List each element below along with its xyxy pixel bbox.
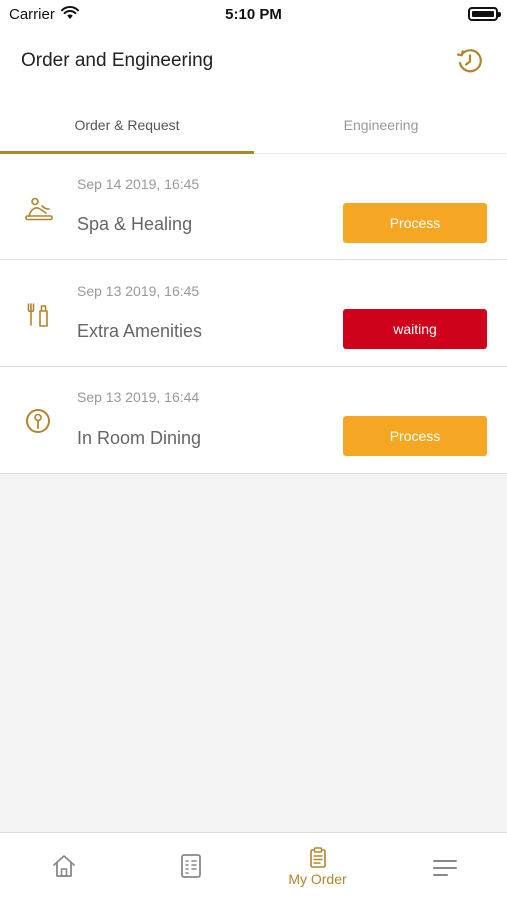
tab-home[interactable] (0, 833, 127, 900)
order-date: Sep 14 2019, 16:45 (77, 176, 200, 192)
clipboard-icon (309, 847, 326, 868)
tab-menu[interactable] (381, 833, 507, 900)
tab-label: My Order (288, 871, 347, 887)
menu-icon (432, 860, 457, 876)
toiletries-icon (27, 303, 48, 327)
order-item-amenities[interactable]: Sep 13 2019, 16:45 Extra Amenities waiti… (0, 260, 507, 367)
history-button[interactable] (455, 46, 485, 76)
status-badge-process[interactable]: Process (343, 203, 487, 243)
order-list: Sep 14 2019, 16:45 Spa & Healing Process… (0, 154, 507, 474)
order-date: Sep 13 2019, 16:45 (77, 283, 200, 299)
segment-tabs: Order & Request Engineering (0, 92, 507, 154)
status-badge-waiting[interactable]: waiting (343, 309, 487, 349)
spa-massage-icon (25, 197, 53, 221)
status-bar: Carrier 5:10 PM (0, 0, 507, 30)
tab-engineering[interactable]: Engineering (254, 92, 507, 154)
order-name: In Room Dining (77, 428, 202, 448)
nav-bar: Order and Engineering (0, 30, 507, 92)
tab-my-order[interactable]: My Order (254, 833, 381, 900)
order-item-dining[interactable]: Sep 13 2019, 16:44 In Room Dining Proces… (0, 367, 507, 474)
clock-time: 5:10 PM (225, 6, 282, 23)
dining-plate-icon (26, 409, 50, 433)
tab-directory[interactable] (127, 833, 254, 900)
order-date: Sep 13 2019, 16:44 (77, 389, 200, 405)
history-clock-icon (456, 49, 482, 73)
status-badge-process[interactable]: Process (343, 416, 487, 456)
battery-icon (468, 7, 501, 21)
order-name: Extra Amenities (77, 321, 203, 341)
bottom-tab-bar: My Order (0, 832, 507, 900)
order-item-spa[interactable]: Sep 14 2019, 16:45 Spa & Healing Process (0, 154, 507, 260)
home-icon (52, 855, 75, 877)
tab-order-request[interactable]: Order & Request (0, 92, 254, 154)
page-title: Order and Engineering (21, 50, 214, 71)
order-name: Spa & Healing (77, 214, 193, 234)
directory-book-icon (180, 854, 201, 878)
